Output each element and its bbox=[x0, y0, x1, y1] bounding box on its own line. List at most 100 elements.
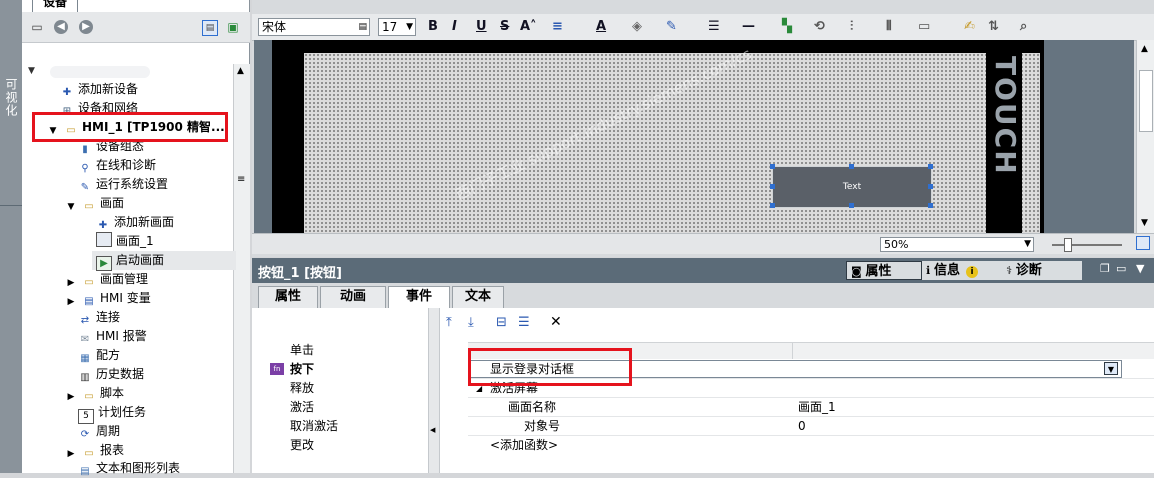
scroll-up-icon[interactable]: ▲ bbox=[237, 66, 244, 76]
add-device-icon[interactable]: ▣ bbox=[226, 20, 240, 34]
move-down-icon[interactable]: ⤓ bbox=[468, 315, 474, 330]
font-size-select[interactable]: 17 ▼ bbox=[378, 18, 416, 36]
tab-texts[interactable]: 文本 bbox=[452, 286, 504, 308]
scroll-grip-icon[interactable]: ≡ bbox=[237, 174, 245, 185]
tree-item-screen-mgmt[interactable]: ▶ ▭ 画面管理 bbox=[64, 270, 148, 289]
tree-item-reports[interactable]: ▶ ▭ 报表 bbox=[64, 441, 124, 460]
zoom-icon[interactable]: ⌕ bbox=[1020, 18, 1027, 36]
italic-button[interactable]: I bbox=[452, 18, 457, 36]
bold-button[interactable]: B bbox=[428, 18, 438, 36]
canvas-button-object[interactable]: Text bbox=[772, 166, 932, 208]
fill-color-icon[interactable]: ◈ bbox=[632, 18, 642, 36]
strikethrough-button[interactable]: S bbox=[500, 18, 509, 36]
rotate-icon[interactable]: ⟲ bbox=[814, 18, 825, 36]
script-icon: ▭ bbox=[84, 391, 94, 402]
tree-item-hmi-alarms[interactable]: ✉ HMI 报警 bbox=[78, 327, 147, 346]
tab-diagnostics-header[interactable]: ⚕ 诊断 bbox=[1002, 261, 1082, 280]
tree-item-startup-screen[interactable]: ▶ 启动画面 bbox=[92, 251, 236, 271]
tree-item-online-diag[interactable]: ⚲ 在线和诊断 bbox=[78, 156, 156, 175]
tab-properties[interactable]: 属性 bbox=[258, 286, 318, 308]
bring-front-icon[interactable]: ⇅ bbox=[988, 18, 999, 36]
pen-color-icon[interactable]: ✎ bbox=[666, 18, 677, 36]
align-objects-icon[interactable]: ⫶ bbox=[850, 18, 853, 36]
line-width-icon[interactable]: — bbox=[742, 18, 755, 36]
dropdown-icon[interactable]: ▤ bbox=[358, 19, 367, 35]
canvas-vertical-scrollbar[interactable]: ▲ ▼ bbox=[1136, 40, 1154, 233]
tree-item-recipes[interactable]: ▦ 配方 bbox=[78, 346, 120, 365]
collapse-left-icon[interactable]: ◀ bbox=[430, 426, 435, 434]
chevron-down-icon[interactable]: ▼ bbox=[1024, 238, 1031, 251]
collapse-icon[interactable]: ▶ bbox=[64, 391, 78, 404]
param-value-screen[interactable]: 画面_1 bbox=[798, 398, 836, 417]
param-value-object[interactable]: 0 bbox=[798, 417, 806, 436]
tree-item-cycles[interactable]: ⟳ 周期 bbox=[78, 422, 120, 441]
tree-item-historical-data[interactable]: ▥ 历史数据 bbox=[78, 365, 144, 384]
collapse-icon[interactable]: ▶ bbox=[64, 448, 78, 461]
same-size-icon[interactable]: ▭ bbox=[918, 18, 930, 36]
event-click[interactable]: 单击 bbox=[290, 341, 314, 360]
align-icon[interactable]: ≡ bbox=[552, 18, 563, 36]
fit-view-icon[interactable] bbox=[1136, 236, 1150, 250]
resize-handle[interactable] bbox=[928, 164, 933, 169]
list-view-icon[interactable]: ▤ bbox=[202, 20, 218, 36]
chevron-down-icon[interactable]: ▼ bbox=[1136, 262, 1144, 275]
scroll-down-icon[interactable]: ▼ bbox=[1141, 218, 1148, 228]
tree-item-text-graphic-lists[interactable]: ▤ 文本和图形列表 bbox=[78, 459, 180, 478]
delete-icon[interactable]: ✕ bbox=[550, 314, 562, 330]
tree-item-screen1[interactable]: 画面_1 bbox=[96, 232, 154, 251]
add-function[interactable]: <添加函数> bbox=[490, 436, 558, 455]
tab-animations[interactable]: 动画 bbox=[320, 286, 386, 308]
resize-handle[interactable] bbox=[770, 203, 775, 208]
tree-item-scheduled-tasks[interactable]: 5 计划任务 bbox=[78, 403, 146, 424]
insert-icon[interactable]: ⊟ bbox=[496, 315, 507, 330]
forward-icon[interactable]: ▶ bbox=[79, 20, 93, 34]
resize-handle[interactable] bbox=[928, 203, 933, 208]
scroll-thumb[interactable] bbox=[1139, 70, 1153, 132]
tree-item-runtime-settings[interactable]: ✎ 运行系统设置 bbox=[78, 175, 168, 194]
font-name-select[interactable]: 宋体 ▤ bbox=[258, 18, 370, 36]
resize-handle[interactable] bbox=[849, 203, 854, 208]
resize-handle[interactable] bbox=[770, 184, 775, 189]
event-press[interactable]: 按下 bbox=[290, 360, 314, 379]
event-activate[interactable]: 激活 bbox=[290, 398, 314, 417]
distribute-icon[interactable]: ⦀ bbox=[886, 18, 892, 36]
new-icon[interactable]: ▭ bbox=[30, 20, 44, 34]
list-icon[interactable]: ☰ bbox=[518, 315, 530, 330]
zoom-select[interactable]: 50% ▼ bbox=[880, 237, 1034, 252]
event-change[interactable]: 更改 bbox=[290, 436, 314, 455]
event-release[interactable]: 释放 bbox=[290, 379, 314, 398]
expand-icon[interactable]: ▼ bbox=[28, 62, 35, 81]
tab-info-header[interactable]: ℹ 信息 i bbox=[922, 261, 1002, 280]
zoom-slider-thumb[interactable] bbox=[1064, 238, 1072, 252]
move-up-icon[interactable]: ⤒ bbox=[446, 315, 452, 330]
event-deactivate[interactable]: 取消激活 bbox=[290, 417, 338, 436]
font-color-button[interactable]: A bbox=[596, 18, 606, 36]
resize-handle[interactable] bbox=[928, 184, 933, 189]
tree-item-scripts[interactable]: ▶ ▭ 脚本 bbox=[64, 384, 124, 403]
tree-item-hmi-tags[interactable]: ▶ ▤ HMI 变量 bbox=[64, 289, 151, 308]
restore-icon[interactable]: ❐ bbox=[1100, 262, 1110, 275]
scroll-up-icon[interactable]: ▲ bbox=[1141, 44, 1148, 54]
expand-icon[interactable]: ▼ bbox=[64, 201, 78, 214]
resize-handle[interactable] bbox=[770, 164, 775, 169]
collapse-icon[interactable]: ▶ bbox=[64, 296, 78, 309]
tree-item-add-device[interactable]: ✚ 添加新设备 bbox=[60, 80, 138, 99]
visualization-label[interactable]: 可视化 bbox=[3, 78, 20, 117]
zoom-slider[interactable] bbox=[1052, 244, 1122, 246]
line-style-icon[interactable]: ☰ bbox=[708, 18, 720, 36]
format-painter-icon[interactable]: ✍ bbox=[964, 18, 975, 36]
tree-item-add-screen[interactable]: ✚ 添加新画面 bbox=[96, 213, 174, 232]
tab-events[interactable]: 事件 bbox=[388, 286, 450, 309]
tab-properties-header[interactable]: ◙ 属性 bbox=[846, 261, 922, 280]
tree-item-connections[interactable]: ⇄ 连接 bbox=[78, 308, 120, 327]
chevron-down-icon[interactable]: ▼ bbox=[406, 19, 413, 35]
tree-item-screens[interactable]: ▼ ▭ 画面 bbox=[64, 194, 124, 213]
minimize-icon[interactable]: ▭ bbox=[1116, 262, 1126, 275]
back-icon[interactable]: ◀ bbox=[54, 20, 68, 34]
arrange-icon[interactable]: ▚ bbox=[782, 18, 792, 36]
underline-button[interactable]: U bbox=[476, 18, 487, 36]
resize-handle[interactable] bbox=[849, 164, 854, 169]
font-size-grow-icon[interactable]: A˄ bbox=[520, 18, 537, 36]
event-list-splitter[interactable]: ◀ bbox=[428, 308, 440, 473]
chevron-down-icon[interactable]: ▼ bbox=[1104, 362, 1118, 375]
